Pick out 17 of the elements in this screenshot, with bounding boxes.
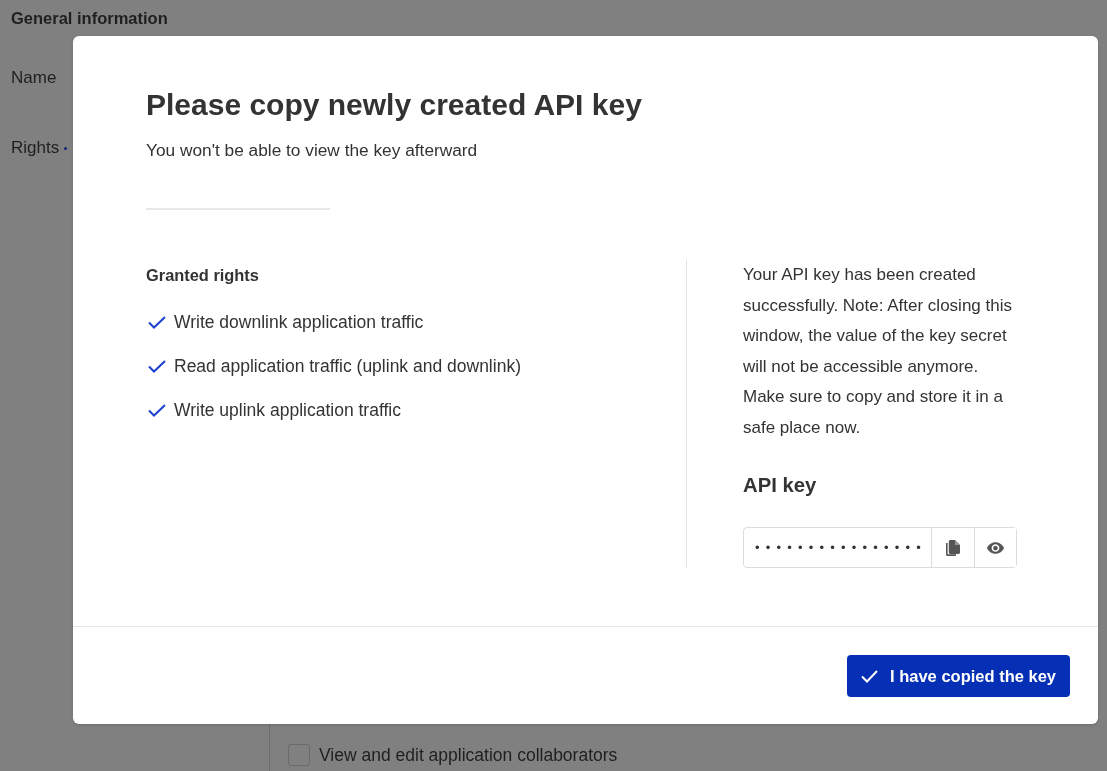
field-label: Name [11,68,57,88]
info-paragraph: Your API key has been created successfully. Note: After closing this window, the value of the key secret will not be accessible anymore. Make sure to copy and store it in a safe place now. [743,264,1013,439]
confirm-button[interactable]: I have copied the key [847,655,1070,697]
section-title: General information [11,8,168,28]
dialog-subtitle: You won't be able to view the key afterward [146,139,478,161]
api-key-label: API key [743,473,817,498]
dialog-title: Please copy newly created API key [146,88,642,122]
checkbox-label: View and edit application collaborators [319,744,618,766]
field-label: Rights [11,138,60,158]
check-icon [148,359,166,373]
granted-right-text: Write uplink application traffic [174,399,401,422]
section-heading: Granted rights [146,265,259,286]
check-icon [148,315,166,329]
granted-right-text: Read application traffic (uplink and downlink) [174,355,521,378]
check-icon [148,403,166,417]
granted-right-text: Write downlink application traffic [174,311,424,334]
check-icon [861,669,878,683]
